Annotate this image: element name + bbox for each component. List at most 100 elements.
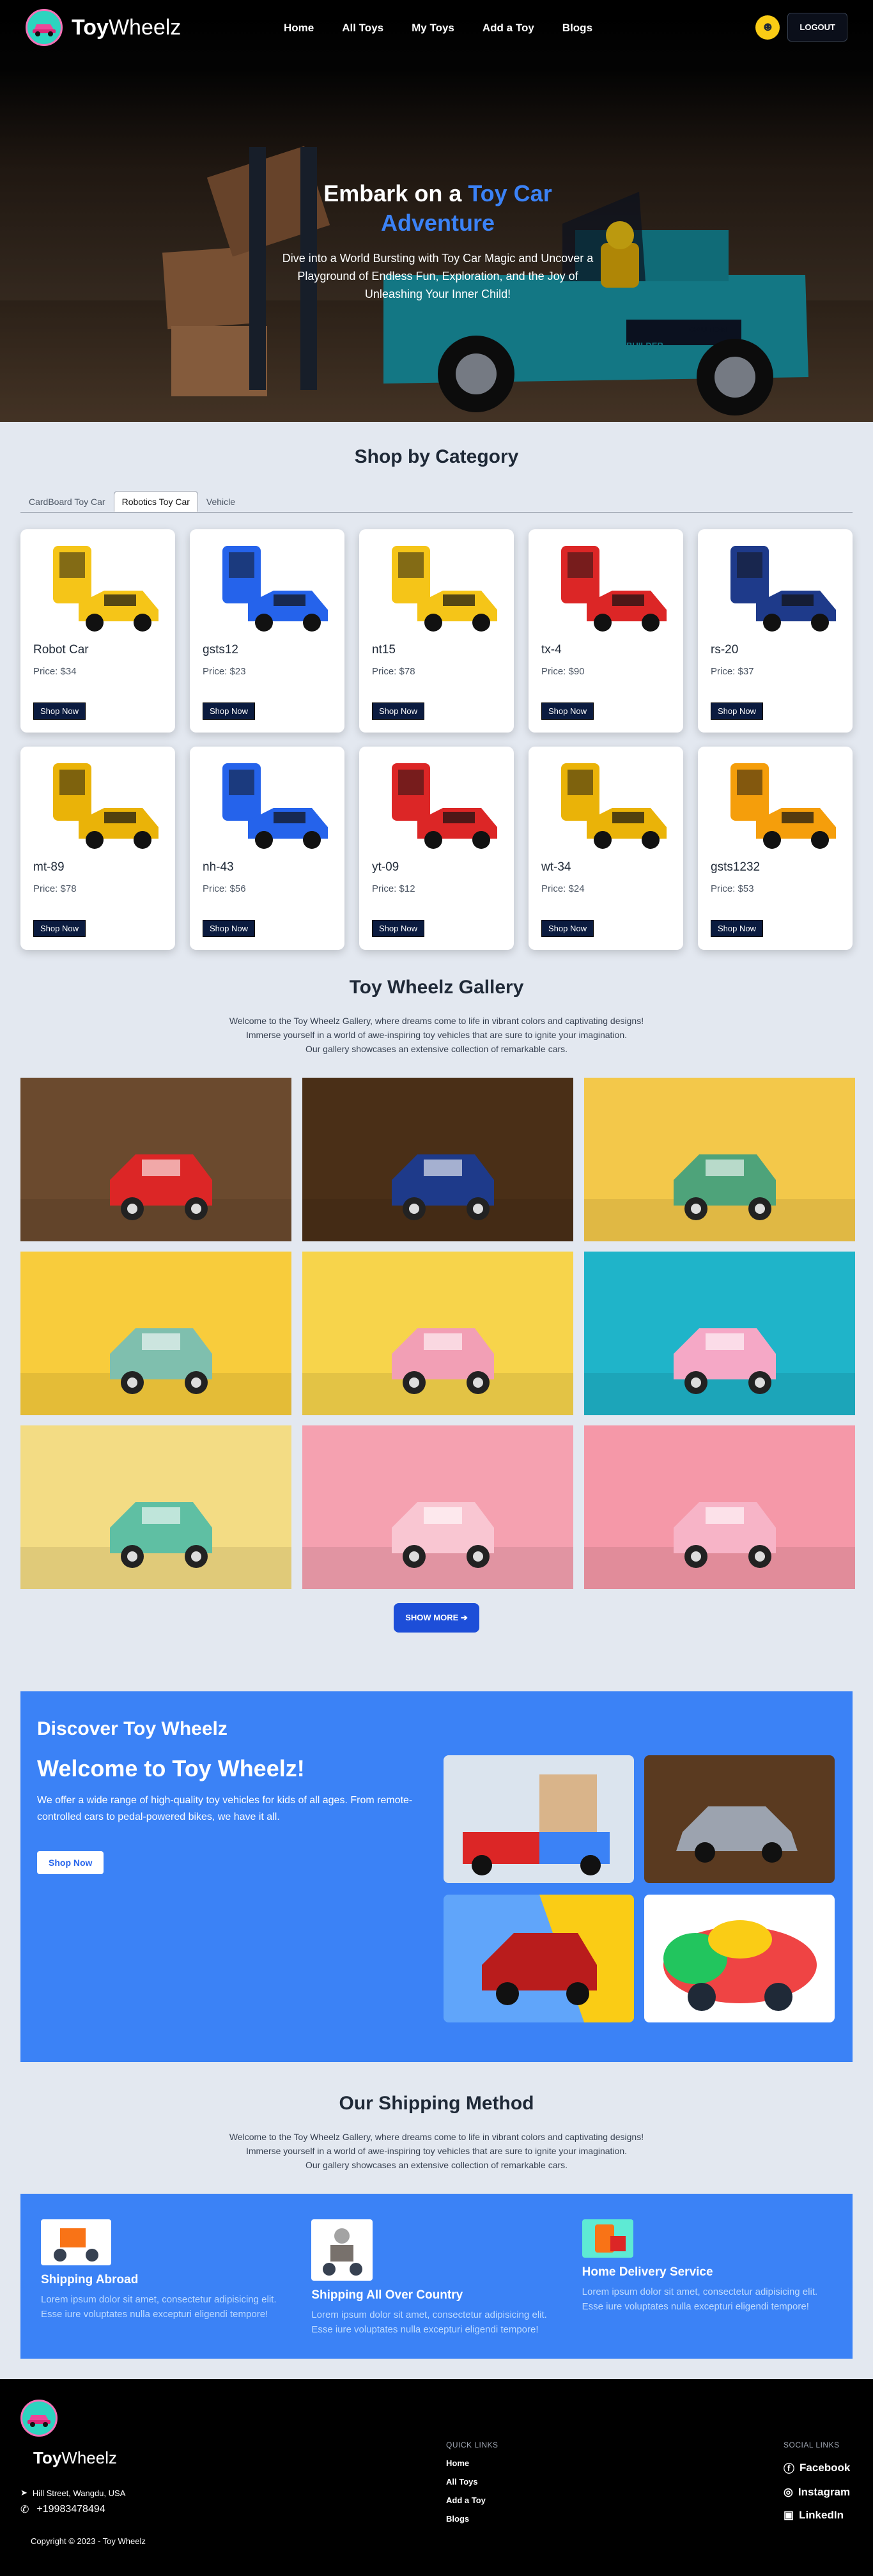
robot-car-image [53,546,158,632]
product-name: rs-20 [711,643,739,656]
product-card: Robot Car Price: $34 Shop Now [20,529,175,733]
product-name: nt15 [372,643,396,656]
shop-now-button[interactable]: Shop Now [711,702,763,720]
robot-car-image [730,763,836,849]
home-delivery-icon [582,2219,633,2258]
gallery-image-green-truck-egg [584,1078,855,1241]
shop-now-button[interactable]: Shop Now [541,920,594,937]
user-area: ☻ LOGOUT [755,13,847,42]
product-price: Price: $23 [203,666,246,677]
robot-car-image [561,546,667,632]
car-logo-icon [26,9,63,46]
discover-image-red-suv [444,1895,634,2022]
social-links-title: SOCIAL LINKS [784,2440,840,2449]
discover-image-rainbow-car [644,1895,835,2022]
footer-brand-name: ToyWheelz [33,2448,117,2467]
logout-button[interactable]: LOGOUT [787,13,847,42]
phone-text: +19983478494 [36,2504,105,2515]
social-facebook[interactable]: ⓕ Facebook [784,2460,850,2476]
main-menu: Home All Toys My Toys Add a Toy Blogs [284,22,592,35]
product-name: mt-89 [33,860,65,874]
shipping-method-abroad: Shipping Abroad Lorem ipsum dolor sit am… [41,2219,311,2359]
brand-logo[interactable]: ToyWheelz [26,9,181,46]
product-name: tx-4 [541,643,562,656]
discover-description: We offer a wide range of high-quality to… [37,1795,413,1822]
tab-robotics[interactable]: Robotics Toy Car [113,491,198,512]
footer-link-blogs[interactable]: Blogs [446,2514,498,2524]
discover-heading: Discover Toy Wheelz [37,1718,228,1739]
shipping-subtitle: Welcome to the Toy Wheelz Gallery, where… [0,2130,873,2172]
facebook-icon: ⓕ [784,2463,794,2475]
product-card: tx-4 Price: $90 Shop Now [529,529,683,733]
tab-cardboard[interactable]: CardBoard Toy Car [20,491,114,512]
shop-now-button[interactable]: Shop Now [203,920,255,937]
gallery-grid [20,1078,855,1589]
shipping-section: Our Shipping Method Welcome to the Toy W… [0,2062,873,2359]
product-price: Price: $53 [711,883,754,894]
product-price: Price: $56 [203,883,246,894]
shipping-line-1: Welcome to the Toy Wheelz Gallery, where… [229,2132,644,2142]
quick-links-title: QUICK LINKS [446,2440,498,2449]
footer-link-home[interactable]: Home [446,2458,498,2468]
product-name: Robot Car [33,643,89,656]
robot-car-image [222,546,328,632]
discover-shop-now-button[interactable]: Shop Now [37,1851,104,1874]
phone-icon: ✆ [20,2504,29,2515]
shipping-method-text: Lorem ipsum dolor sit amet, consectetur … [582,2286,818,2312]
gallery-line-3: Our gallery showcases an extensive colle… [305,1044,568,1054]
gallery-image-pink-car-green-bow [584,1425,855,1589]
footer-address: ➤ Hill Street, Wangdu, USA [20,2488,125,2498]
gallery-image-teal-hotrod [20,1425,291,1589]
shop-now-button[interactable]: Shop Now [541,702,594,720]
gallery-image-pink-car-egg [302,1252,573,1415]
shipping-method-text: Lorem ipsum dolor sit amet, consectetur … [41,2294,277,2320]
robot-car-image [53,763,158,849]
delivery-rider-icon [311,2219,373,2281]
product-name: gsts1232 [711,860,761,874]
gallery-image-blue-tuktuk [302,1078,573,1241]
gallery-line-2: Immerse yourself in a world of awe-inspi… [245,1030,628,1040]
hero-section: CAUTION BUILDER ToyWheelz Home All Toys … [0,0,873,422]
discover-image-grid [444,1755,835,2022]
user-avatar[interactable]: ☻ [755,15,780,40]
footer-link-add-toy[interactable]: Add a Toy [446,2495,498,2505]
copyright: Copyright © 2023 - Toy Wheelz [31,2536,146,2546]
shop-now-button[interactable]: Shop Now [372,920,424,937]
gallery-image-pink-car-nest [584,1252,855,1415]
nav-link-add-toy[interactable]: Add a Toy [483,22,534,35]
shop-now-button[interactable]: Shop Now [203,702,255,720]
product-name: nh-43 [203,860,234,874]
nav-link-blogs[interactable]: Blogs [562,22,592,35]
robot-car-image [222,763,328,849]
product-card: nt15 Price: $78 Shop Now [359,529,514,733]
shipping-method-title: Home Delivery Service [582,2265,713,2279]
discover-image-truck [444,1755,634,1883]
product-name: yt-09 [372,860,399,874]
nav-link-all-toys[interactable]: All Toys [342,22,383,35]
instagram-icon: ◎ [784,2486,793,2498]
shop-now-button[interactable]: Shop Now [372,702,424,720]
product-price: Price: $90 [541,666,585,677]
welcome-heading: Welcome to Toy Wheelz! [37,1755,305,1781]
show-more-button[interactable]: SHOW MORE ➔ [394,1603,479,1633]
discover-image-silver-car [644,1755,835,1883]
nav-link-home[interactable]: Home [284,22,314,35]
shop-now-button[interactable]: Shop Now [33,920,86,937]
shipping-method-title: Shipping Abroad [41,2273,139,2286]
footer-link-all-toys[interactable]: All Toys [446,2477,498,2487]
product-card: gsts1232 Price: $53 Shop Now [698,747,853,950]
shop-now-button[interactable]: Shop Now [711,920,763,937]
footer: ToyWheelz ➤ Hill Street, Wangdu, USA ✆ +19… [0,2379,873,2576]
category-tabs: CardBoard Toy Car Robotics Toy Car Vehic… [20,491,853,513]
address-text: Hill Street, Wangdu, USA [32,2488,126,2498]
hero-title: Embark on a Toy Car Adventure [323,180,552,236]
nav-link-my-toys[interactable]: My Toys [412,22,454,35]
social-instagram[interactable]: ◎ Instagram [784,2486,850,2499]
social-linkedin[interactable]: ▣ LinkedIn [784,2509,850,2522]
tab-vehicle[interactable]: Vehicle [198,491,243,512]
robot-car-image [392,546,497,632]
shipping-methods: Shipping Abroad Lorem ipsum dolor sit am… [20,2194,853,2359]
shipping-title: Our Shipping Method [339,2093,534,2114]
shop-now-button[interactable]: Shop Now [33,702,86,720]
shipping-line-2: Immerse yourself in a world of awe-inspi… [245,2146,628,2156]
